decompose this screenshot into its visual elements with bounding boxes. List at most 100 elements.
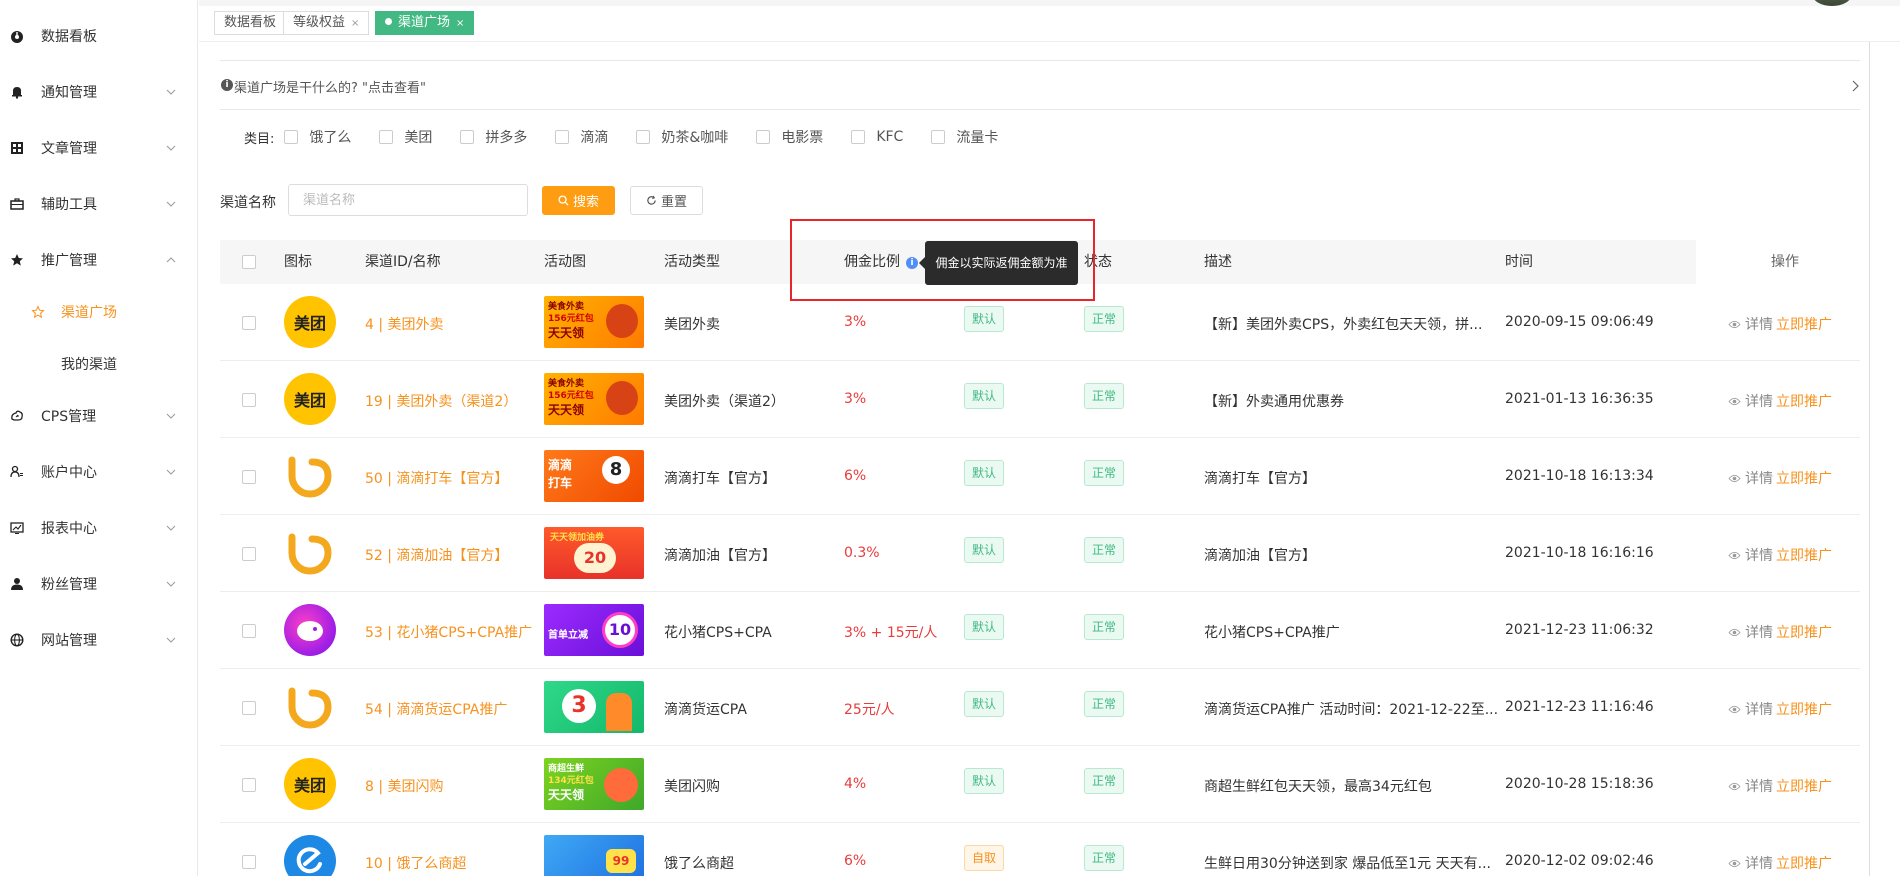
checkbox[interactable]	[379, 130, 394, 144]
promote-link[interactable]: 立即推广	[1776, 622, 1832, 642]
category-option-label: 拼多多	[485, 130, 528, 146]
tab-level-rights[interactable]: 等级权益 ×	[283, 11, 370, 35]
activity-type: 美团外卖	[664, 317, 720, 333]
sidebar-item-website[interactable]: 网站管理	[0, 625, 198, 655]
checkbox[interactable]	[851, 130, 866, 144]
sidebar-item-label: 网站管理	[41, 633, 97, 649]
detail-link[interactable]: 详情	[1745, 622, 1773, 642]
eye-icon	[1728, 859, 1741, 867]
sidebar-item-label: CPS管理	[41, 409, 97, 425]
channel-name-link[interactable]: 8 | 美团闪购	[365, 776, 444, 796]
logo-text: 美团	[293, 391, 326, 410]
activity-image-line2: 156元红包	[548, 391, 594, 401]
sidebar-item-promotion[interactable]: 推广管理	[0, 245, 198, 275]
promote-link[interactable]: 立即推广	[1776, 699, 1832, 719]
sidebar-item-article[interactable]: 文章管理	[0, 133, 198, 163]
table-row: 52 | 滴滴加油【官方】 天天领加油券 20 滴滴加油【官方】 0.3% 默认…	[220, 515, 1860, 592]
activity-type: 美团闪购	[664, 779, 720, 795]
tab-bar: 数据看板 等级权益 × 渠道广场 ×	[199, 0, 1900, 42]
category-checkbox-tea-coffee[interactable]: 奶茶&咖啡	[636, 127, 728, 147]
commission-rate: 6%	[844, 853, 867, 869]
detail-link[interactable]: 详情	[1745, 545, 1773, 565]
commission-rate: 0.3%	[844, 545, 880, 561]
row-actions: 详情 立即推广	[1728, 699, 1832, 719]
row-checkbox[interactable]	[242, 624, 256, 638]
checkbox[interactable]	[636, 130, 651, 144]
reset-button[interactable]: 重置	[630, 186, 703, 215]
channel-name-link[interactable]: 52 | 滴滴加油【官方】	[365, 545, 508, 565]
search-button[interactable]: 搜索	[542, 186, 615, 215]
detail-link[interactable]: 详情	[1745, 314, 1773, 334]
promote-link[interactable]: 立即推广	[1776, 853, 1832, 873]
checkbox[interactable]	[460, 130, 475, 144]
detail-link[interactable]: 详情	[1745, 853, 1773, 873]
category-checkbox-eleme[interactable]: 饿了么	[284, 127, 351, 147]
channel-name-input[interactable]	[288, 184, 528, 216]
promote-link[interactable]: 立即推广	[1776, 776, 1832, 796]
row-checkbox[interactable]	[242, 701, 256, 715]
category-option-label: 饿了么	[309, 130, 352, 146]
chevron-right-icon	[1852, 80, 1859, 92]
sidebar-item-fans[interactable]: 粉丝管理	[0, 569, 198, 599]
category-checkbox-meituan[interactable]: 美团	[379, 127, 432, 147]
activity-image-line3: 天天领	[548, 403, 585, 417]
promote-link[interactable]: 立即推广	[1776, 545, 1832, 565]
help-info-text: 渠道广场是干什么的? "点击查看"	[234, 81, 426, 96]
activity-image: 99	[544, 835, 644, 876]
row-checkbox[interactable]	[242, 316, 256, 330]
checkbox[interactable]	[284, 130, 299, 144]
checkbox[interactable]	[931, 130, 946, 144]
tab-channel-square[interactable]: 渠道广场 ×	[375, 11, 475, 35]
channel-name-link[interactable]: 10 | 饿了么商超	[365, 853, 466, 873]
description: 滴滴加油【官方】	[1204, 548, 1316, 564]
sidebar-item-label: 推广管理	[41, 253, 97, 269]
detail-link[interactable]: 详情	[1745, 776, 1773, 796]
channel-name-link[interactable]: 19 | 美团外卖（渠道2）	[365, 391, 517, 411]
checkbox[interactable]	[555, 130, 570, 144]
row-checkbox[interactable]	[242, 778, 256, 792]
select-all-checkbox[interactable]	[242, 255, 256, 269]
category-checkbox-pinduoduo[interactable]: 拼多多	[460, 127, 527, 147]
sidebar-item-tools[interactable]: 辅助工具	[0, 189, 198, 219]
detail-link[interactable]: 详情	[1745, 699, 1773, 719]
promote-link[interactable]: 立即推广	[1776, 391, 1832, 411]
row-checkbox[interactable]	[242, 855, 256, 869]
category-checkbox-didi[interactable]: 滴滴	[555, 127, 608, 147]
column-header-type: 活动类型	[664, 254, 720, 270]
sidebar-item-report[interactable]: 报表中心	[0, 513, 198, 543]
channel-name-link[interactable]: 50 | 滴滴打车【官方】	[365, 468, 508, 488]
category-checkbox-movie[interactable]: 电影票	[756, 127, 823, 147]
detail-link[interactable]: 详情	[1745, 468, 1773, 488]
checkbox[interactable]	[756, 130, 771, 144]
row-actions: 详情 立即推广	[1728, 391, 1832, 411]
sidebar-item-cps[interactable]: CPS管理	[0, 401, 198, 431]
description: 生鲜日用30分钟送到家 爆品低至1元 天天有...	[1204, 856, 1491, 872]
activity-image-line2: 156元红包	[548, 314, 594, 324]
sidebar-item-account[interactable]: 账户中心	[0, 457, 198, 487]
detail-link[interactable]: 详情	[1745, 391, 1773, 411]
promote-link[interactable]: 立即推广	[1776, 314, 1832, 334]
promote-link[interactable]: 立即推广	[1776, 468, 1832, 488]
channel-name-link[interactable]: 54 | 滴滴货运CPA推广	[365, 699, 507, 719]
sidebar-subitem-my-channel[interactable]: 我的渠道	[0, 349, 198, 379]
row-checkbox[interactable]	[242, 393, 256, 407]
default-tag: 默认	[964, 768, 1005, 794]
close-icon[interactable]: ×	[456, 18, 464, 29]
activity-image: 首单立减 10	[544, 604, 644, 656]
row-actions: 详情 立即推广	[1728, 545, 1832, 565]
channel-name-link[interactable]: 4 | 美团外卖	[365, 314, 444, 334]
row-checkbox[interactable]	[242, 470, 256, 484]
sidebar-subitem-channel-square[interactable]: 渠道广场	[0, 297, 198, 327]
sidebar-item-notify[interactable]: 通知管理	[0, 77, 198, 107]
channel-name-link[interactable]: 53 | 花小猪CPS+CPA推广	[365, 622, 532, 642]
scrollbar-track[interactable]	[1869, 42, 1870, 876]
sidebar-item-dashboard[interactable]: 数据看板	[0, 21, 198, 51]
help-info-bar[interactable]: i 渠道广场是干什么的? "点击查看"	[220, 60, 1860, 110]
close-icon[interactable]: ×	[351, 18, 359, 29]
row-checkbox[interactable]	[242, 547, 256, 561]
category-checkbox-kfc[interactable]: KFC	[851, 129, 903, 145]
activity-image: 滴滴 打车 8	[544, 450, 644, 502]
activity-image-line2: 134元红包	[548, 776, 594, 786]
category-checkbox-data-card[interactable]: 流量卡	[931, 127, 998, 147]
tab-dashboard[interactable]: 数据看板	[214, 11, 287, 35]
